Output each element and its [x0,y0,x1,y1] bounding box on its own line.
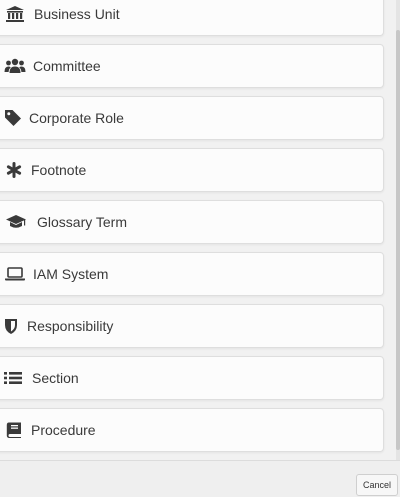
list-item-responsibility[interactable]: Responsibility [0,304,384,348]
list-item-corporate-role[interactable]: Corporate Role [0,96,384,140]
graduation-cap-icon [4,211,28,233]
list-item-business-unit[interactable]: Business Unit [0,0,384,36]
list-item-label: Footnote [31,162,87,178]
tag-icon [1,107,25,129]
users-icon [3,55,27,77]
list-item-label: Responsibility [27,318,114,334]
dialog-footer: Cancel [0,460,400,497]
asterisk-icon [2,159,26,181]
item-type-list: Business Unit Committee Corporate Role F… [0,0,396,460]
scrollbar-thumb[interactable] [396,30,400,450]
scrollbar-track[interactable] [396,0,400,460]
list-item-iam-system[interactable]: IAM System [0,252,384,296]
list-item-procedure[interactable]: Procedure [0,408,384,452]
bank-icon [3,3,27,25]
list-item-label: Procedure [31,422,96,438]
list-item-label: Glossary Term [37,214,127,230]
list-item-label: Corporate Role [29,110,124,126]
list-item-label: Committee [33,58,101,74]
dialog: Business Unit Committee Corporate Role F… [0,0,400,497]
list-icon [1,367,25,389]
list-item-footnote[interactable]: Footnote [0,148,384,192]
list-item-glossary-term[interactable]: Glossary Term [0,200,384,244]
shield-icon [0,315,23,337]
list-item-committee[interactable]: Committee [0,44,384,88]
list-item-label: Business Unit [34,6,120,22]
list-item-section[interactable]: Section [0,356,384,400]
cancel-button[interactable]: Cancel [356,474,398,496]
list-item-label: IAM System [33,266,109,282]
book-icon [2,419,26,441]
laptop-icon [3,263,27,285]
list-item-label: Section [32,370,79,386]
